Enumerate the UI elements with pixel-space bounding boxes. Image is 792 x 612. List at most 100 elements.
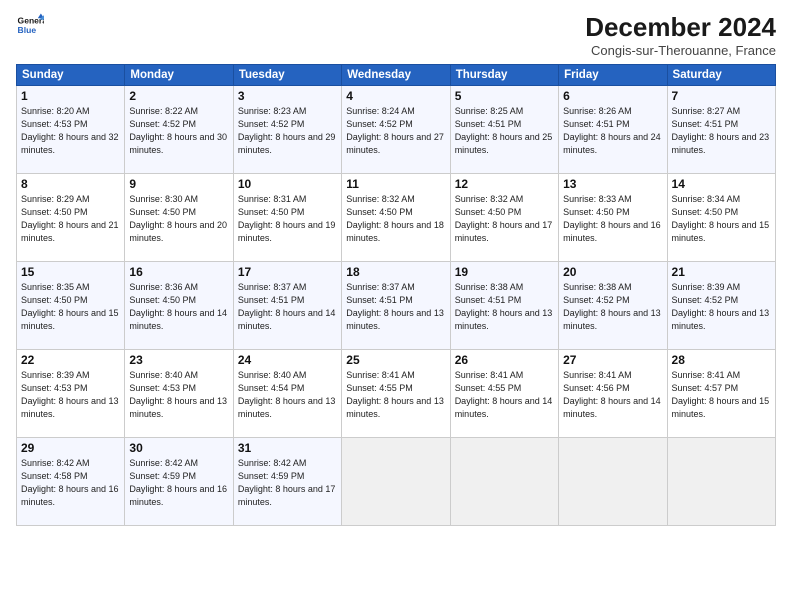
calendar-cell: 15 Sunrise: 8:35 AMSunset: 4:50 PMDayligh… — [17, 262, 125, 350]
calendar-cell: 27 Sunrise: 8:41 AMSunset: 4:56 PMDayligh… — [559, 350, 667, 438]
day-info: Sunrise: 8:40 AMSunset: 4:53 PMDaylight:… — [129, 370, 227, 419]
day-info: Sunrise: 8:35 AMSunset: 4:50 PMDaylight:… — [21, 282, 119, 331]
calendar-cell: 6Sunrise: 8:26 AMSunset: 4:51 PMDaylight… — [559, 86, 667, 174]
day-info: Sunrise: 8:25 AMSunset: 4:51 PMDaylight:… — [455, 106, 553, 155]
day-info: Sunrise: 8:39 AMSunset: 4:52 PMDaylight:… — [672, 282, 770, 331]
calendar-cell — [559, 438, 667, 526]
week-row-5: 29 Sunrise: 8:42 AMSunset: 4:58 PMDayligh… — [17, 438, 776, 526]
calendar-cell: 29 Sunrise: 8:42 AMSunset: 4:58 PMDayligh… — [17, 438, 125, 526]
calendar-cell: 2 Sunrise: 8:22 AMSunset: 4:52 PMDaylight… — [125, 86, 233, 174]
day-number: 12 — [455, 177, 554, 191]
day-number: 17 — [238, 265, 337, 279]
day-info: Sunrise: 8:42 AMSunset: 4:59 PMDaylight:… — [129, 458, 227, 507]
calendar-cell: 24Sunrise: 8:40 AMSunset: 4:54 PMDayligh… — [233, 350, 341, 438]
day-info: Sunrise: 8:33 AMSunset: 4:50 PMDaylight:… — [563, 194, 661, 243]
day-number: 3 — [238, 89, 337, 103]
calendar-cell: 20Sunrise: 8:38 AMSunset: 4:52 PMDayligh… — [559, 262, 667, 350]
calendar-cell: 1Sunrise: 8:20 AMSunset: 4:53 PMDaylight… — [17, 86, 125, 174]
day-info: Sunrise: 8:37 AMSunset: 4:51 PMDaylight:… — [238, 282, 336, 331]
main-title: December 2024 — [585, 12, 776, 43]
calendar-body: 1Sunrise: 8:20 AMSunset: 4:53 PMDaylight… — [17, 86, 776, 526]
calendar-cell — [667, 438, 775, 526]
weekday-header-wednesday: Wednesday — [342, 65, 450, 86]
day-info: Sunrise: 8:34 AMSunset: 4:50 PMDaylight:… — [672, 194, 770, 243]
calendar-cell: 8 Sunrise: 8:29 AMSunset: 4:50 PMDaylight… — [17, 174, 125, 262]
day-number: 21 — [672, 265, 771, 279]
calendar-cell: 28 Sunrise: 8:41 AMSunset: 4:57 PMDayligh… — [667, 350, 775, 438]
weekday-header-saturday: Saturday — [667, 65, 775, 86]
day-info: Sunrise: 8:38 AMSunset: 4:51 PMDaylight:… — [455, 282, 553, 331]
calendar-cell: 12 Sunrise: 8:32 AMSunset: 4:50 PMDayligh… — [450, 174, 558, 262]
day-info: Sunrise: 8:41 AMSunset: 4:55 PMDaylight:… — [346, 370, 444, 419]
calendar-cell: 31Sunrise: 8:42 AMSunset: 4:59 PMDayligh… — [233, 438, 341, 526]
day-info: Sunrise: 8:41 AMSunset: 4:57 PMDaylight:… — [672, 370, 770, 419]
day-info: Sunrise: 8:37 AMSunset: 4:51 PMDaylight:… — [346, 282, 444, 331]
week-row-4: 22Sunrise: 8:39 AMSunset: 4:53 PMDayligh… — [17, 350, 776, 438]
calendar-cell — [342, 438, 450, 526]
day-info: Sunrise: 8:22 AMSunset: 4:52 PMDaylight:… — [129, 106, 227, 155]
calendar-cell: 9Sunrise: 8:30 AMSunset: 4:50 PMDaylight… — [125, 174, 233, 262]
weekday-header-sunday: Sunday — [17, 65, 125, 86]
day-info: Sunrise: 8:32 AMSunset: 4:50 PMDaylight:… — [455, 194, 553, 243]
calendar-cell: 4Sunrise: 8:24 AMSunset: 4:52 PMDaylight… — [342, 86, 450, 174]
day-number: 27 — [563, 353, 662, 367]
day-info: Sunrise: 8:36 AMSunset: 4:50 PMDaylight:… — [129, 282, 227, 331]
calendar-cell: 18 Sunrise: 8:37 AMSunset: 4:51 PMDayligh… — [342, 262, 450, 350]
day-number: 5 — [455, 89, 554, 103]
day-number: 10 — [238, 177, 337, 191]
day-info: Sunrise: 8:41 AMSunset: 4:56 PMDaylight:… — [563, 370, 661, 419]
calendar-cell: 14 Sunrise: 8:34 AMSunset: 4:50 PMDayligh… — [667, 174, 775, 262]
week-row-1: 1Sunrise: 8:20 AMSunset: 4:53 PMDaylight… — [17, 86, 776, 174]
day-info: Sunrise: 8:30 AMSunset: 4:50 PMDaylight:… — [129, 194, 227, 243]
day-number: 14 — [672, 177, 771, 191]
page: General Blue December 2024 Congis-sur-Th… — [0, 0, 792, 612]
day-info: Sunrise: 8:23 AMSunset: 4:52 PMDaylight:… — [238, 106, 336, 155]
week-row-3: 15 Sunrise: 8:35 AMSunset: 4:50 PMDayligh… — [17, 262, 776, 350]
calendar-cell: 22Sunrise: 8:39 AMSunset: 4:53 PMDayligh… — [17, 350, 125, 438]
calendar-cell: 26Sunrise: 8:41 AMSunset: 4:55 PMDayligh… — [450, 350, 558, 438]
day-info: Sunrise: 8:29 AMSunset: 4:50 PMDaylight:… — [21, 194, 119, 243]
calendar-cell: 19 Sunrise: 8:38 AMSunset: 4:51 PMDayligh… — [450, 262, 558, 350]
weekday-header-row: SundayMondayTuesdayWednesdayThursdayFrid… — [17, 65, 776, 86]
calendar-cell: 25Sunrise: 8:41 AMSunset: 4:55 PMDayligh… — [342, 350, 450, 438]
day-number: 1 — [21, 89, 120, 103]
day-number: 2 — [129, 89, 228, 103]
weekday-header-friday: Friday — [559, 65, 667, 86]
logo-icon: General Blue — [16, 12, 44, 40]
day-number: 8 — [21, 177, 120, 191]
calendar-cell: 7 Sunrise: 8:27 AMSunset: 4:51 PMDaylight… — [667, 86, 775, 174]
week-row-2: 8 Sunrise: 8:29 AMSunset: 4:50 PMDaylight… — [17, 174, 776, 262]
day-number: 29 — [21, 441, 120, 455]
weekday-header-tuesday: Tuesday — [233, 65, 341, 86]
day-number: 30 — [129, 441, 228, 455]
calendar-cell: 21 Sunrise: 8:39 AMSunset: 4:52 PMDayligh… — [667, 262, 775, 350]
calendar-cell: 3 Sunrise: 8:23 AMSunset: 4:52 PMDaylight… — [233, 86, 341, 174]
calendar-cell: 23Sunrise: 8:40 AMSunset: 4:53 PMDayligh… — [125, 350, 233, 438]
weekday-header-thursday: Thursday — [450, 65, 558, 86]
day-number: 7 — [672, 89, 771, 103]
header: General Blue December 2024 Congis-sur-Th… — [16, 12, 776, 58]
day-info: Sunrise: 8:32 AMSunset: 4:50 PMDaylight:… — [346, 194, 444, 243]
day-number: 28 — [672, 353, 771, 367]
day-number: 15 — [21, 265, 120, 279]
calendar-cell: 5 Sunrise: 8:25 AMSunset: 4:51 PMDaylight… — [450, 86, 558, 174]
day-number: 24 — [238, 353, 337, 367]
day-number: 4 — [346, 89, 445, 103]
day-number: 19 — [455, 265, 554, 279]
day-info: Sunrise: 8:42 AMSunset: 4:58 PMDaylight:… — [21, 458, 119, 507]
day-number: 26 — [455, 353, 554, 367]
day-info: Sunrise: 8:42 AMSunset: 4:59 PMDaylight:… — [238, 458, 336, 507]
day-number: 16 — [129, 265, 228, 279]
calendar-cell: 11Sunrise: 8:32 AMSunset: 4:50 PMDayligh… — [342, 174, 450, 262]
calendar-table: SundayMondayTuesdayWednesdayThursdayFrid… — [16, 64, 776, 526]
day-info: Sunrise: 8:31 AMSunset: 4:50 PMDaylight:… — [238, 194, 336, 243]
day-info: Sunrise: 8:39 AMSunset: 4:53 PMDaylight:… — [21, 370, 119, 419]
day-info: Sunrise: 8:27 AMSunset: 4:51 PMDaylight:… — [672, 106, 770, 155]
calendar-cell: 30 Sunrise: 8:42 AMSunset: 4:59 PMDayligh… — [125, 438, 233, 526]
logo: General Blue — [16, 12, 44, 40]
day-number: 13 — [563, 177, 662, 191]
day-number: 18 — [346, 265, 445, 279]
calendar-cell: 13 Sunrise: 8:33 AMSunset: 4:50 PMDayligh… — [559, 174, 667, 262]
calendar-cell: 17 Sunrise: 8:37 AMSunset: 4:51 PMDayligh… — [233, 262, 341, 350]
svg-text:Blue: Blue — [18, 25, 37, 35]
